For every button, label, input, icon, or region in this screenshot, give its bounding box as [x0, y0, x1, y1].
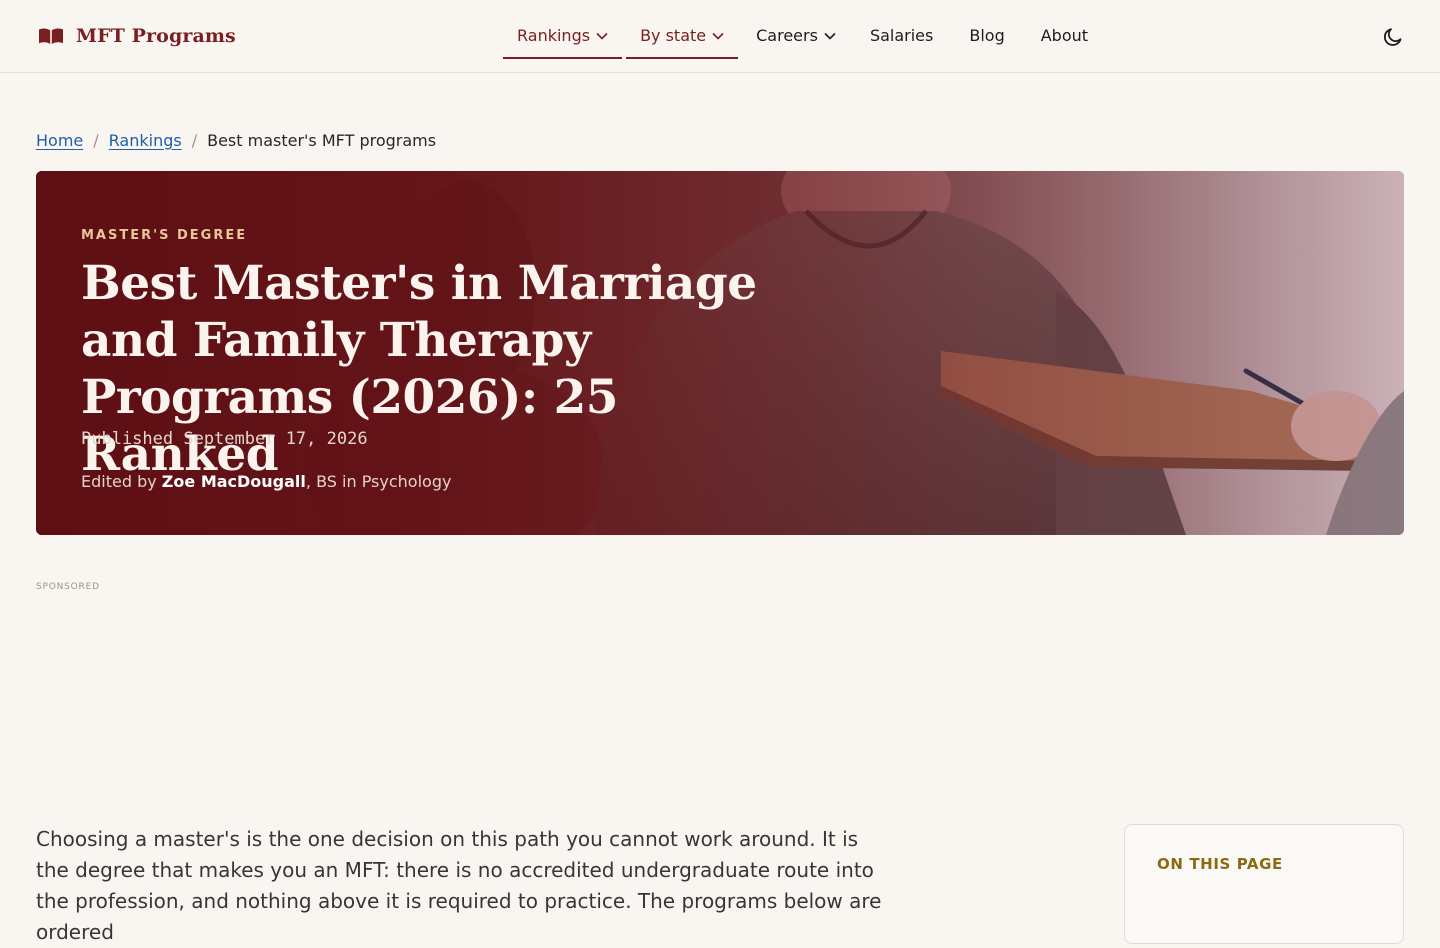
nav-careers[interactable]: Careers: [742, 14, 850, 59]
nav-rankings-label: Rankings: [517, 26, 591, 45]
brand-name: MFT Programs: [76, 25, 236, 47]
nav-by-state[interactable]: By state: [626, 14, 739, 59]
chevron-down-icon: [596, 32, 608, 40]
nav-blog[interactable]: Blog: [953, 14, 1020, 59]
nav-careers-label: Careers: [756, 26, 818, 45]
breadcrumb-home-link[interactable]: Home: [36, 131, 83, 150]
brand-logo-link[interactable]: MFT Programs: [38, 21, 236, 51]
open-book-icon: [39, 28, 63, 44]
chevron-down-icon: [824, 32, 836, 40]
nav-salaries[interactable]: Salaries: [854, 14, 949, 59]
chevron-down-icon: [712, 32, 724, 40]
nav-about-label: About: [1040, 26, 1089, 45]
hero-banner: MASTER'S DEGREE Best Master's in Marriag…: [36, 171, 1404, 535]
toc-title: ON THIS PAGE: [1157, 855, 1283, 873]
sponsored-label: SPONSORED: [36, 582, 100, 592]
site-header: MFT Programs Rankings By state Careers S…: [0, 0, 1440, 73]
nav-by-state-label: By state: [640, 26, 707, 45]
breadcrumb-separator: /: [191, 130, 198, 150]
breadcrumb-rankings-link[interactable]: Rankings: [109, 131, 182, 150]
byline-prefix: Edited by: [81, 472, 157, 491]
published-date: Published September 17, 2026: [81, 429, 368, 449]
editor-credential: , BS in Psychology: [305, 472, 452, 491]
hero-eyebrow: MASTER'S DEGREE: [81, 228, 248, 243]
moon-icon: [1383, 28, 1402, 46]
breadcrumb-current: Best master's MFT programs: [207, 130, 437, 150]
table-of-contents: ON THIS PAGE: [1124, 824, 1404, 944]
nav-blog-label: Blog: [969, 26, 1005, 45]
nav-about[interactable]: About: [1025, 14, 1104, 59]
breadcrumb-separator: /: [93, 130, 99, 150]
main-nav: Rankings By state Careers Salaries Blog …: [503, 14, 1104, 59]
theme-toggle-button[interactable]: [1380, 24, 1406, 50]
intro-paragraph: Choosing a master's is the one decision …: [36, 827, 882, 944]
nav-salaries-label: Salaries: [869, 26, 934, 45]
nav-rankings[interactable]: Rankings: [503, 14, 623, 59]
hero-content: MASTER'S DEGREE Best Master's in Marriag…: [81, 171, 841, 535]
breadcrumb: Home / Rankings / Best master's MFT prog…: [36, 129, 436, 151]
editor-name[interactable]: Zoe MacDougall: [162, 472, 306, 491]
byline: Edited by Zoe MacDougall, BS in Psycholo…: [81, 472, 451, 491]
